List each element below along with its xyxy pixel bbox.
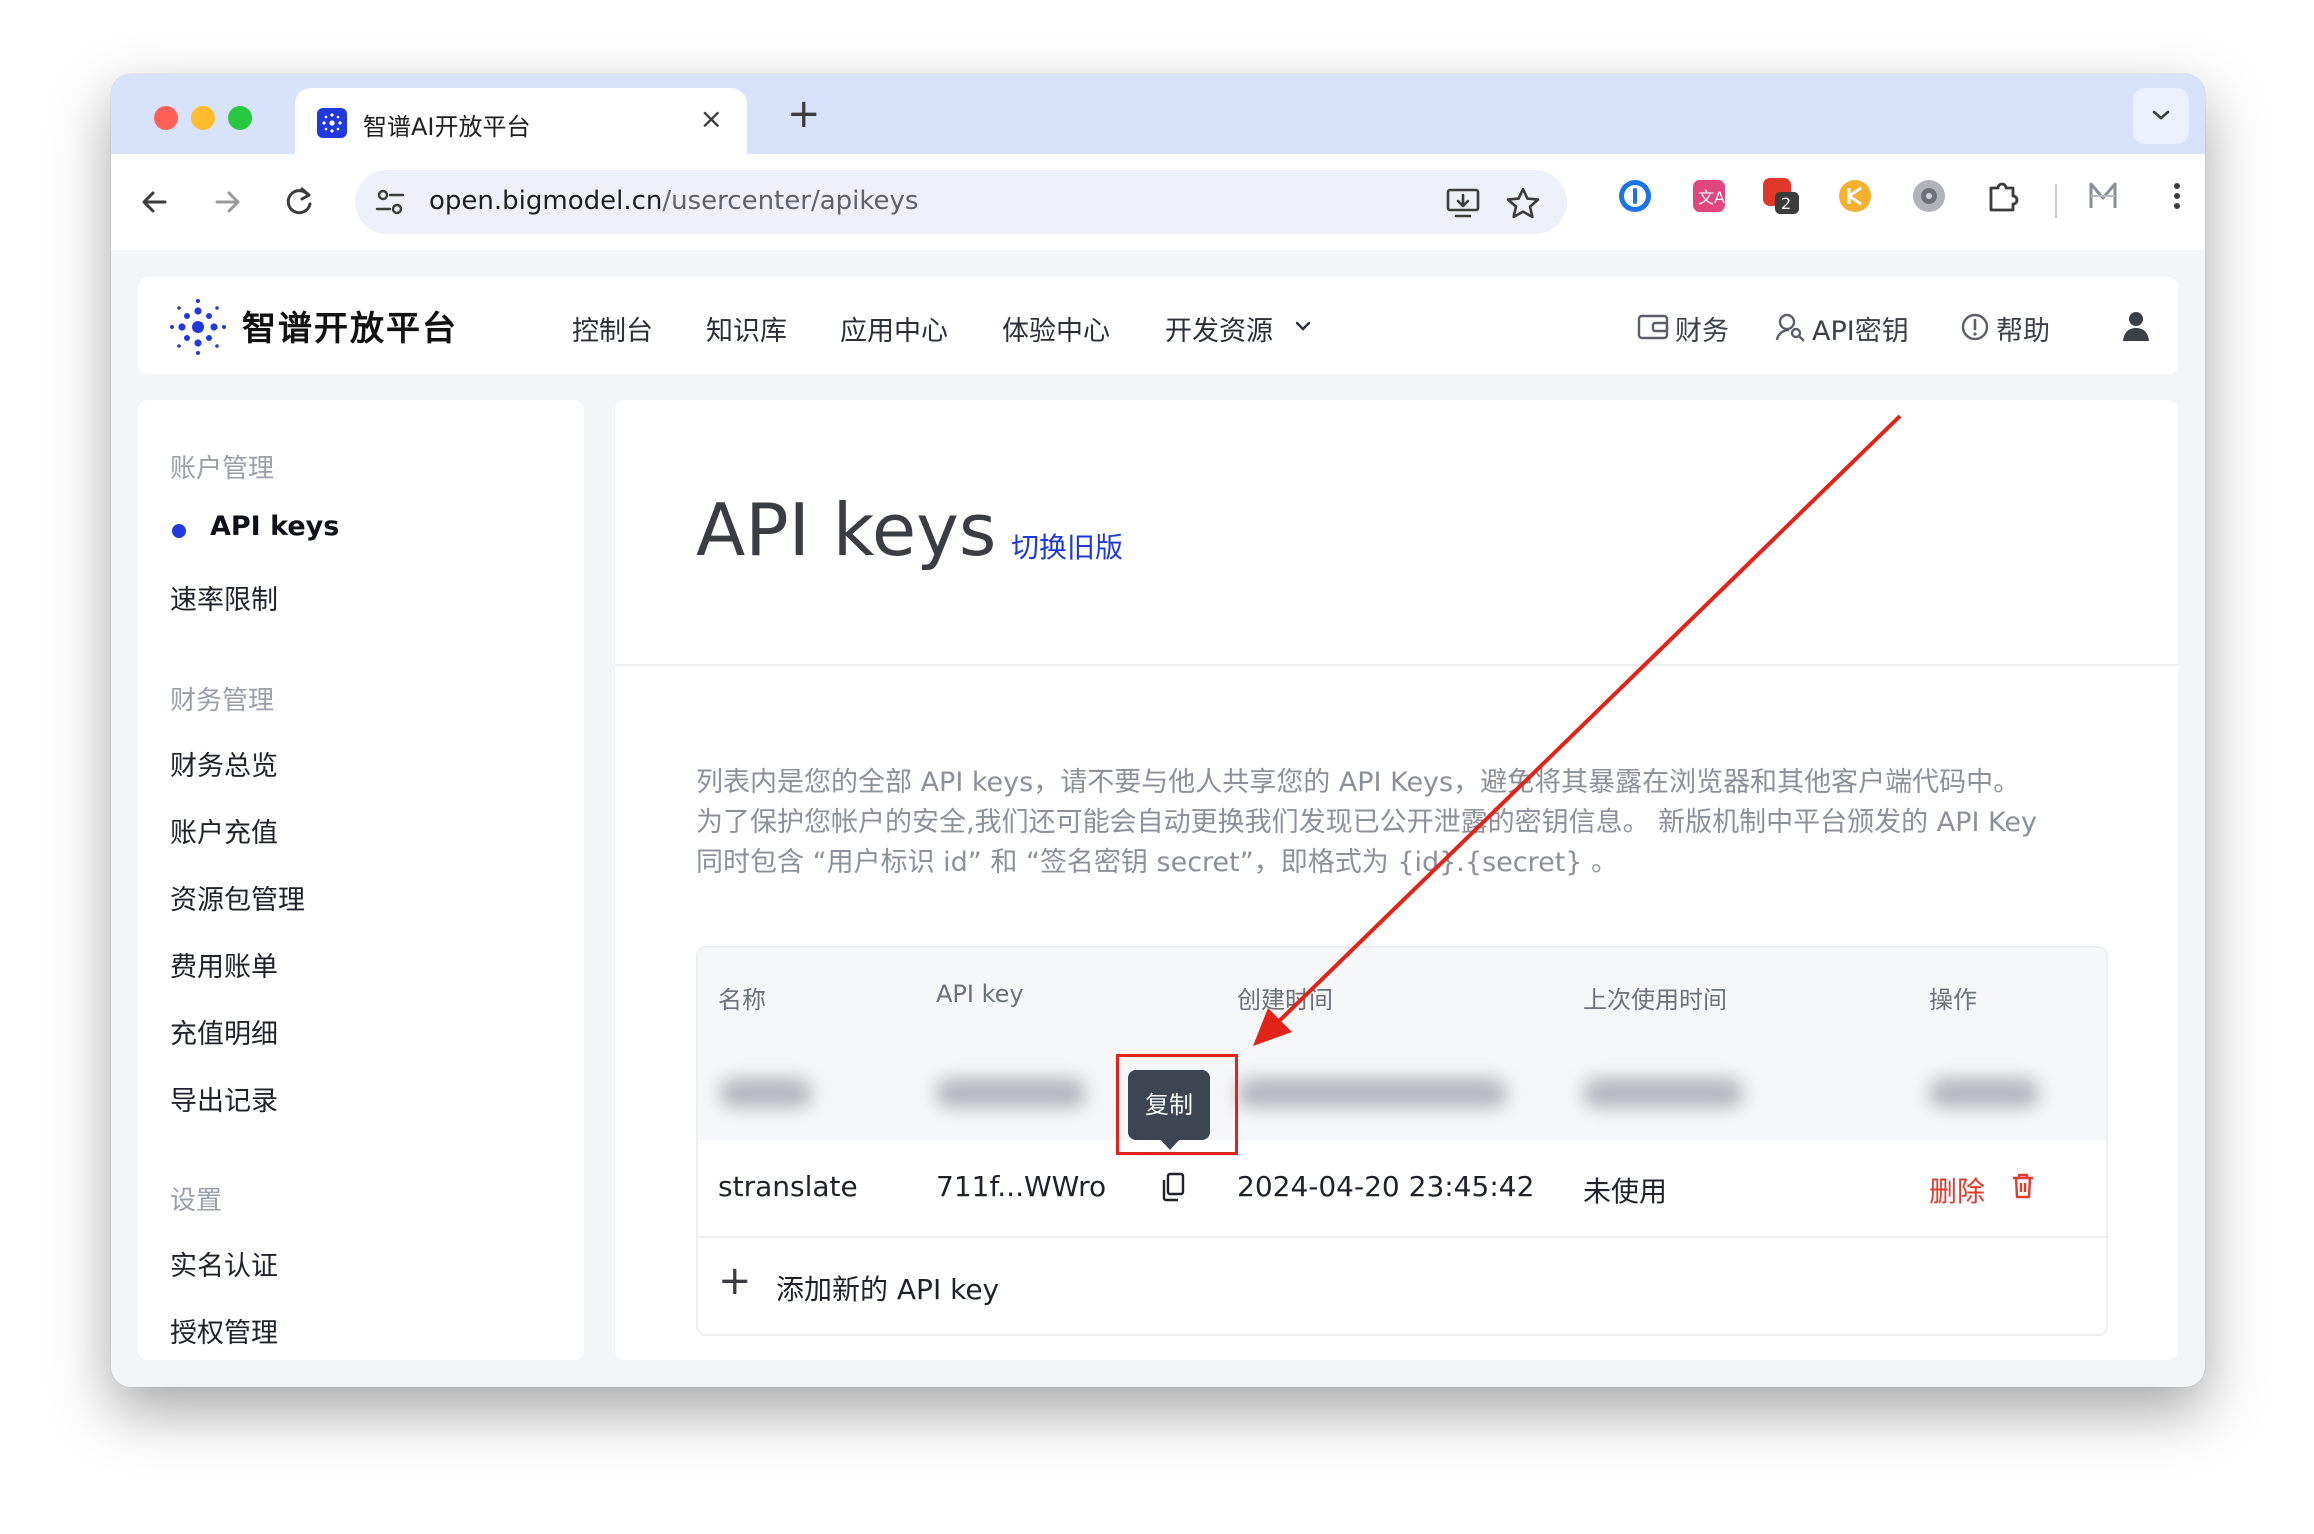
sidebar-group-finance: 财务管理 — [170, 686, 275, 716]
key-user-icon — [1775, 313, 1805, 342]
nav-finance[interactable]: 财务 — [1675, 309, 1729, 348]
orange-extension-icon[interactable] — [1835, 176, 1875, 216]
extension-with-badge-icon[interactable]: 2 — [1761, 176, 1801, 216]
forward-icon[interactable] — [205, 180, 249, 224]
sidebar-item-recharge-details[interactable]: 充值明细 — [170, 1012, 278, 1051]
gray-extension-icon[interactable] — [1909, 176, 1949, 216]
tab-strip: 智谱AI开放平台 × + — [111, 74, 2205, 154]
sidebar-item-rate-limit[interactable]: 速率限制 — [170, 578, 278, 617]
table-header: 名称 API key 创建时间 上次使用时间 操作 — [698, 948, 2106, 1046]
browser-tab-active[interactable]: 智谱AI开放平台 × — [295, 88, 747, 154]
nav-dev-resources[interactable]: 开发资源 — [1165, 309, 1273, 348]
help-icon — [1961, 313, 1989, 341]
sidebar-item-verification[interactable]: 实名认证 — [170, 1244, 278, 1283]
trash-icon[interactable] — [2010, 1172, 2036, 1200]
sidebar-item-export-records[interactable]: 导出记录 — [170, 1079, 278, 1118]
nav-api-keys[interactable]: API密钥 — [1812, 309, 1909, 348]
reload-icon[interactable] — [277, 180, 321, 224]
column-header-created: 创建时间 — [1237, 986, 1333, 1014]
key-masked: 711f...WWro — [936, 1170, 1107, 1203]
wallet-icon — [1637, 314, 1669, 340]
browser-toolbar: open.bigmodel.cn/usercenter/apikeys 文A 2 — [111, 154, 2205, 251]
site-info-icon[interactable] — [373, 186, 407, 218]
main-content: API keys 切换旧版 列表内是您的全部 API keys，请不要与他人共享… — [615, 400, 2178, 1360]
add-api-key-button[interactable]: + 添加新的 API key — [698, 1238, 2106, 1334]
zhipu-logo-icon[interactable] — [168, 297, 228, 357]
tab-title: 智谱AI开放平台 — [363, 113, 531, 141]
chevron-down-icon — [1295, 321, 1311, 331]
column-header-last-used: 上次使用时间 — [1583, 986, 1727, 1014]
svg-text:2: 2 — [1781, 194, 1791, 213]
site-header: 智谱开放平台 控制台 知识库 应用中心 体验中心 开发资源 财务 API密钥 帮… — [138, 277, 2178, 374]
column-header-api-key: API key — [936, 980, 1024, 1008]
user-avatar-icon[interactable] — [2120, 309, 2152, 343]
browser-window: 智谱AI开放平台 × + open.bigmodel.cn/usercenter… — [111, 74, 2205, 1387]
last-used: 未使用 — [1583, 1175, 1668, 1208]
description-line: 列表内是您的全部 API keys，请不要与他人共享您的 API Keys，避免… — [696, 767, 2021, 798]
bookmark-star-icon[interactable] — [1505, 186, 1541, 220]
column-header-name: 名称 — [718, 986, 766, 1014]
redacted-cell — [1237, 1078, 1507, 1108]
web-page: 智谱开放平台 控制台 知识库 应用中心 体验中心 开发资源 财务 API密钥 帮… — [111, 250, 2205, 1387]
delete-button[interactable]: 删除 — [1929, 1170, 1985, 1210]
created-time: 2024-04-20 23:45:42 — [1237, 1170, 1535, 1203]
redacted-cell — [1929, 1078, 2039, 1108]
description: 列表内是您的全部 API keys，请不要与他人共享您的 API Keys，避免… — [696, 763, 2116, 883]
nav-knowledge-base[interactable]: 知识库 — [706, 309, 787, 348]
nav-app-center[interactable]: 应用中心 — [840, 309, 948, 348]
toolbar-divider — [2055, 184, 2057, 218]
table-row-redacted — [698, 1044, 2106, 1140]
redacted-cell — [936, 1078, 1086, 1108]
extensions-puzzle-icon[interactable] — [1983, 176, 2023, 216]
tab-search-button[interactable] — [2133, 88, 2189, 144]
active-indicator-dot — [172, 524, 186, 538]
tab-close-icon[interactable]: × — [700, 102, 723, 135]
switch-old-version-link[interactable]: 切换旧版 — [1011, 526, 1123, 566]
nav-console[interactable]: 控制台 — [572, 309, 653, 348]
nav-help[interactable]: 帮助 — [1996, 309, 2050, 348]
sidebar-group-settings: 设置 — [170, 1186, 223, 1216]
description-line: 同时包含 “用户标识 id” 和 “签名密钥 secret”，即格式为 {id}… — [696, 847, 1619, 878]
page-title: API keys — [696, 488, 997, 572]
plus-icon: + — [718, 1258, 752, 1304]
install-app-icon[interactable] — [1445, 186, 1483, 220]
sidebar-item-api-keys[interactable]: API keys — [210, 511, 339, 542]
url-text: open.bigmodel.cn/usercenter/apikeys — [429, 186, 919, 216]
zhipu-favicon-icon — [317, 108, 347, 138]
password-manager-extension-icon[interactable] — [1615, 176, 1655, 216]
translate-extension-icon[interactable]: 文A — [1689, 176, 1729, 216]
sidebar-item-finance-overview[interactable]: 财务总览 — [170, 744, 278, 783]
description-line: 为了保护您帐户的安全,我们还可能会自动更换我们发现已公开泄露的密钥信息。 新版机… — [696, 807, 2037, 838]
minimize-window-button[interactable] — [191, 106, 215, 130]
sidebar-group-account: 账户管理 — [170, 454, 275, 484]
redacted-cell — [720, 1078, 812, 1108]
brand-name[interactable]: 智谱开放平台 — [242, 301, 458, 350]
key-name: stranslate — [718, 1170, 858, 1203]
sidebar: 账户管理 API keys 速率限制 财务管理 财务总览 账户充值 资源包管理 … — [138, 400, 584, 1360]
api-keys-table: 名称 API key 创建时间 上次使用时间 操作 stranslate 711… — [696, 946, 2108, 1336]
maximize-window-button[interactable] — [228, 106, 252, 130]
sidebar-item-authorization[interactable]: 授权管理 — [170, 1311, 278, 1350]
annotation-highlight-box — [1116, 1054, 1238, 1155]
chevron-down-icon — [2152, 110, 2170, 120]
more-menu-icon[interactable] — [2157, 176, 2197, 216]
sidebar-item-billing[interactable]: 费用账单 — [170, 945, 278, 984]
add-api-key-label: 添加新的 API key — [776, 1273, 1000, 1306]
nav-experience-center[interactable]: 体验中心 — [1002, 309, 1110, 348]
close-window-button[interactable] — [154, 106, 178, 130]
divider — [615, 664, 2178, 666]
profile-extension-icon[interactable] — [2083, 176, 2123, 216]
new-tab-button[interactable]: + — [787, 94, 821, 134]
table-row: stranslate 711f...WWro 2024-04-20 23:45:… — [698, 1140, 2106, 1238]
back-icon[interactable] — [133, 180, 177, 224]
copy-icon[interactable] — [1160, 1172, 1186, 1202]
redacted-cell — [1583, 1078, 1743, 1108]
sidebar-item-recharge[interactable]: 账户充值 — [170, 811, 278, 850]
sidebar-item-resource-packs[interactable]: 资源包管理 — [170, 878, 305, 917]
svg-text:文A: 文A — [1698, 188, 1725, 207]
column-header-actions: 操作 — [1929, 986, 1977, 1014]
address-bar[interactable]: open.bigmodel.cn/usercenter/apikeys — [355, 170, 1567, 234]
